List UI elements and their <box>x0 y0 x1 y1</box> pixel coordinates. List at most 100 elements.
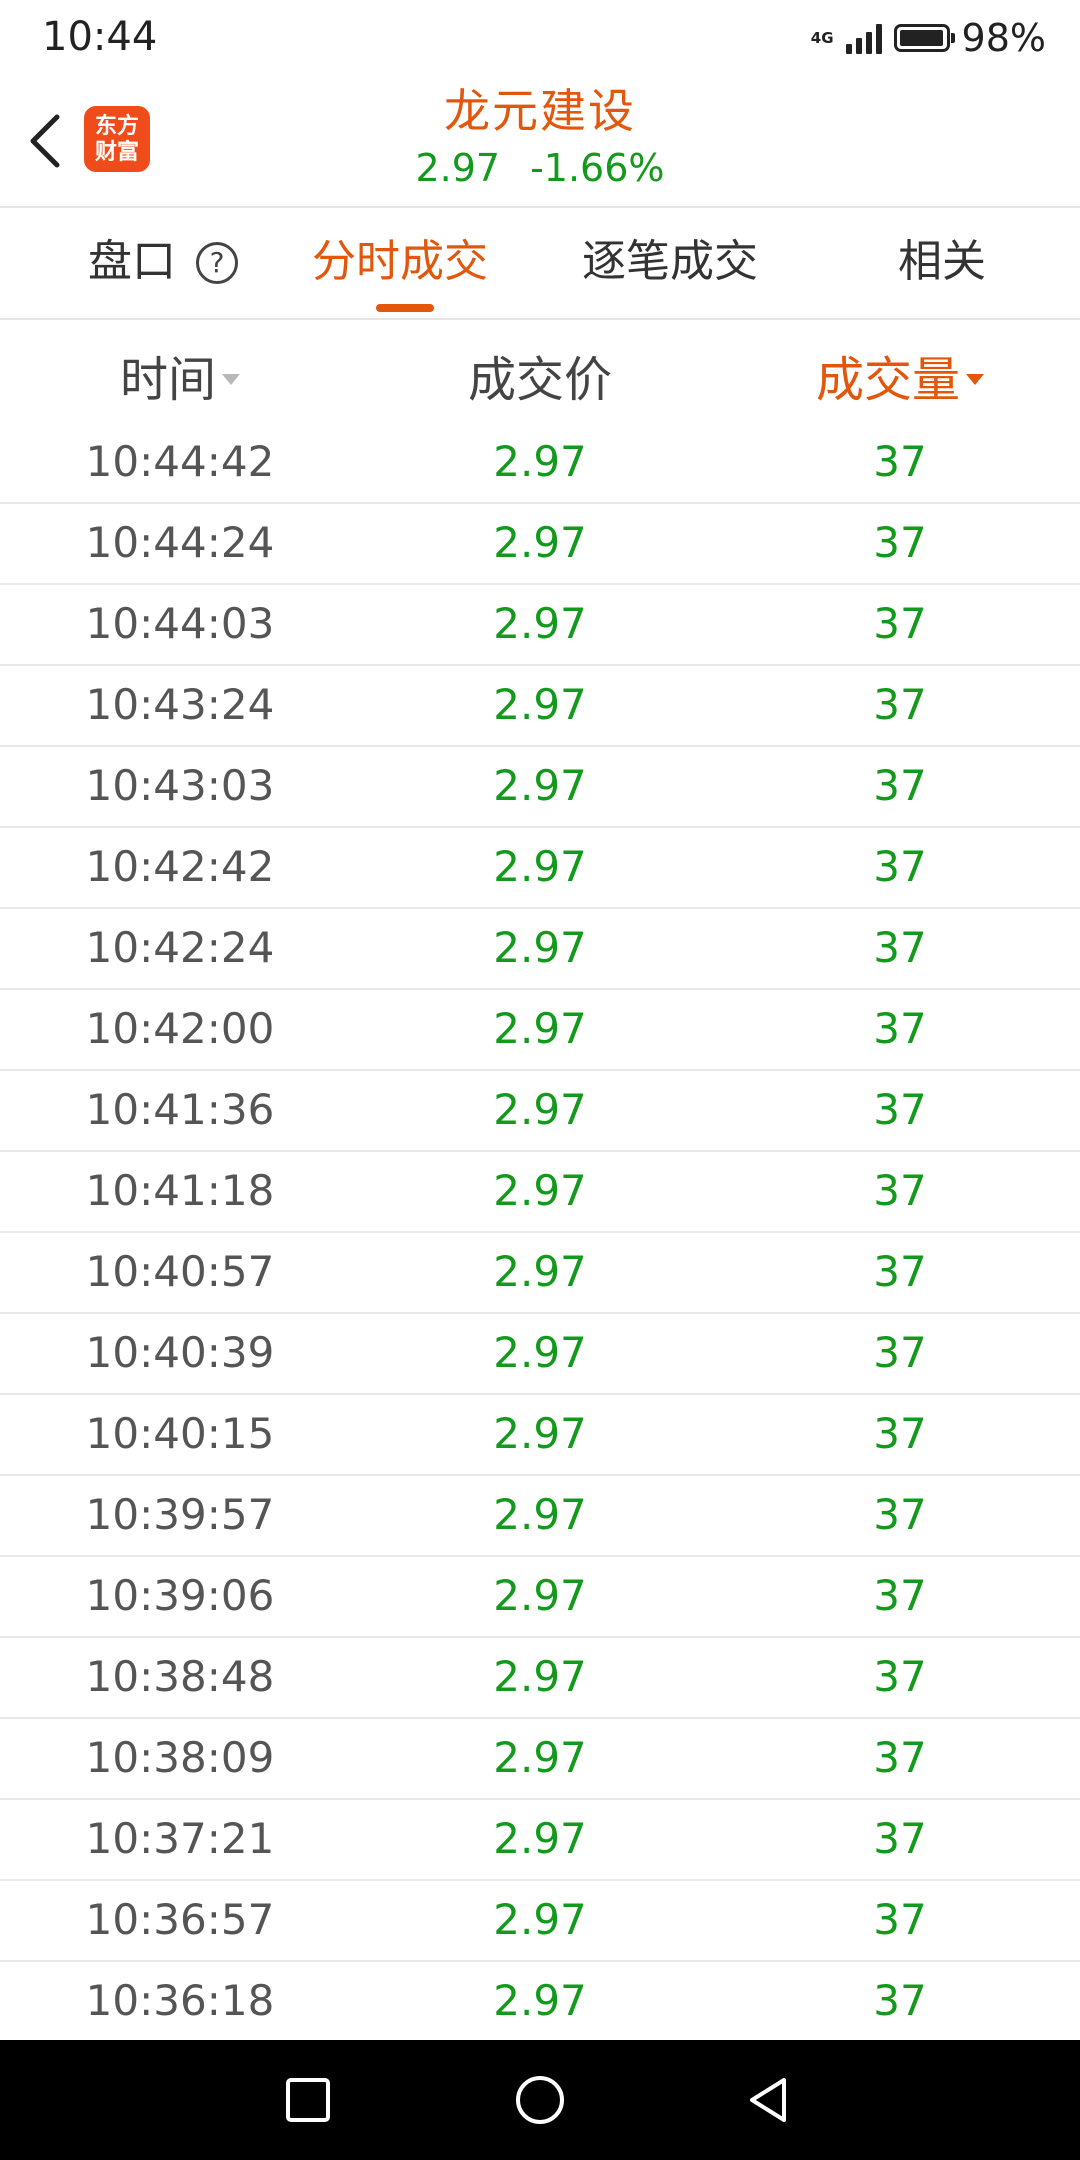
trade-time: 10:42:42 <box>85 842 275 891</box>
trade-time: 10:44:24 <box>85 518 275 567</box>
trade-time: 10:42:24 <box>85 923 275 972</box>
trade-row: 10:38:09 2.97 37 <box>0 1719 1080 1800</box>
trade-price: 2.97 <box>493 1409 587 1458</box>
trade-row: 10:44:42 2.97 37 <box>0 423 1080 504</box>
status-bar: 10:44 4G 98% <box>0 0 1080 76</box>
trade-price: 2.97 <box>493 761 587 810</box>
trade-row: 10:37:21 2.97 37 <box>0 1800 1080 1881</box>
sort-down-icon <box>222 373 241 385</box>
trade-time: 10:38:48 <box>85 1652 275 1701</box>
trade-volume: 37 <box>873 1571 927 1620</box>
trade-price: 2.97 <box>493 1085 587 1134</box>
trade-volume: 37 <box>873 1247 927 1296</box>
column-header-time[interactable]: 时间 <box>119 348 241 412</box>
trade-time: 10:44:03 <box>85 599 275 648</box>
trade-price: 2.97 <box>493 1976 587 2025</box>
trade-time: 10:39:57 <box>85 1490 275 1539</box>
stock-quote: 2.97 -1.66% <box>0 142 1080 194</box>
trade-price: 2.97 <box>493 1733 587 1782</box>
column-time-label: 时间 <box>119 352 217 408</box>
trade-row: 10:36:57 2.97 37 <box>0 1881 1080 1962</box>
trade-price: 2.97 <box>493 1895 587 1944</box>
trade-volume: 37 <box>873 1895 927 1944</box>
trade-time: 10:36:18 <box>85 1976 275 2025</box>
trade-volume: 37 <box>873 1490 927 1539</box>
trade-row: 10:44:24 2.97 37 <box>0 504 1080 585</box>
trade-price: 2.97 <box>493 437 587 486</box>
trade-volume: 37 <box>873 1733 927 1782</box>
trade-volume: 37 <box>873 518 927 567</box>
tab-pankou[interactable]: 盘口? <box>88 232 238 292</box>
trade-volume: 37 <box>873 1166 927 1215</box>
trade-row: 10:42:24 2.97 37 <box>0 909 1080 990</box>
trade-price: 2.97 <box>493 1571 587 1620</box>
trade-time: 10:40:15 <box>85 1409 275 1458</box>
system-back-button[interactable] <box>740 2070 800 2130</box>
trade-time: 10:40:57 <box>85 1247 275 1296</box>
tab-pankou-label: 盘口 <box>88 236 176 287</box>
status-time: 10:44 <box>42 14 158 60</box>
help-icon[interactable]: ? <box>196 242 238 284</box>
trade-time: 10:43:03 <box>85 761 275 810</box>
trade-volume: 37 <box>873 761 927 810</box>
trade-list[interactable]: 10:44:42 2.97 37 10:44:24 2.97 37 10:44:03 2.97… <box>0 423 1080 2040</box>
trade-volume: 37 <box>873 923 927 972</box>
trade-price: 2.97 <box>493 1166 587 1215</box>
stock-change: -1.66% <box>530 146 665 190</box>
trade-price: 2.97 <box>493 680 587 729</box>
tab-zhubi-chengjiao[interactable]: 逐笔成交 <box>582 232 758 292</box>
trade-time: 10:40:39 <box>85 1328 275 1377</box>
home-button[interactable] <box>510 2070 570 2130</box>
system-nav-bar <box>0 2040 1080 2160</box>
trade-row: 10:36:18 2.97 37 <box>0 1962 1080 2040</box>
trade-volume: 37 <box>873 1328 927 1377</box>
column-header-volume[interactable]: 成交量 <box>815 348 985 412</box>
trade-price: 2.97 <box>493 518 587 567</box>
column-header-price: 成交价 <box>467 352 613 408</box>
trade-volume: 37 <box>873 1976 927 2025</box>
tab-fenshi-chengjiao[interactable]: 分时成交 <box>312 232 488 292</box>
battery-icon <box>893 24 955 52</box>
trade-price: 2.97 <box>493 1652 587 1701</box>
trade-price: 2.97 <box>493 1247 587 1296</box>
stock-name: 龙元建设 <box>444 84 636 138</box>
trade-price: 2.97 <box>493 599 587 648</box>
trade-row: 10:39:06 2.97 37 <box>0 1557 1080 1638</box>
signal-strength-icon <box>845 22 882 54</box>
trade-time: 10:42:00 <box>85 1004 275 1053</box>
battery-percent: 98% <box>961 16 1046 60</box>
trade-row: 10:40:39 2.97 37 <box>0 1314 1080 1395</box>
trade-time: 10:36:57 <box>85 1895 275 1944</box>
trade-volume: 37 <box>873 680 927 729</box>
trade-time: 10:38:09 <box>85 1733 275 1782</box>
stock-header: 东方 财富 龙元建设 2.97 -1.66% <box>0 76 1080 208</box>
status-icons: 4G 98% <box>811 14 1046 62</box>
trade-row: 10:40:57 2.97 37 <box>0 1233 1080 1314</box>
sort-down-icon <box>966 373 985 385</box>
network-type-label: 4G <box>810 29 834 47</box>
screen: 10:44 4G 98% 东方 财富 龙元建设 2.97 -1.66% 盘口 ?… <box>0 0 1080 2160</box>
trade-time: 10:43:24 <box>85 680 275 729</box>
trade-time: 10:37:21 <box>85 1814 275 1863</box>
recent-apps-button[interactable] <box>278 2070 338 2130</box>
trade-price: 2.97 <box>493 1004 587 1053</box>
trade-time: 10:44:42 <box>85 437 275 486</box>
stock-price: 2.97 <box>415 146 501 190</box>
trade-row: 10:39:57 2.97 37 <box>0 1476 1080 1557</box>
tab-xiangguan[interactable]: 相关 <box>898 232 986 292</box>
trade-time: 10:41:18 <box>85 1166 275 1215</box>
trade-volume: 37 <box>873 1409 927 1458</box>
trade-volume: 37 <box>873 842 927 891</box>
trade-volume: 37 <box>873 1085 927 1134</box>
trade-row: 10:43:03 2.97 37 <box>0 747 1080 828</box>
active-tab-indicator <box>376 304 434 312</box>
trade-volume: 37 <box>873 1652 927 1701</box>
trade-volume: 37 <box>873 1004 927 1053</box>
trade-time: 10:41:36 <box>85 1085 275 1134</box>
column-volume-label: 成交量 <box>815 352 961 408</box>
trade-row: 10:41:36 2.97 37 <box>0 1071 1080 1152</box>
trade-row: 10:44:03 2.97 37 <box>0 585 1080 666</box>
trade-time: 10:39:06 <box>85 1571 275 1620</box>
trade-price: 2.97 <box>493 1814 587 1863</box>
trade-row: 10:41:18 2.97 37 <box>0 1152 1080 1233</box>
